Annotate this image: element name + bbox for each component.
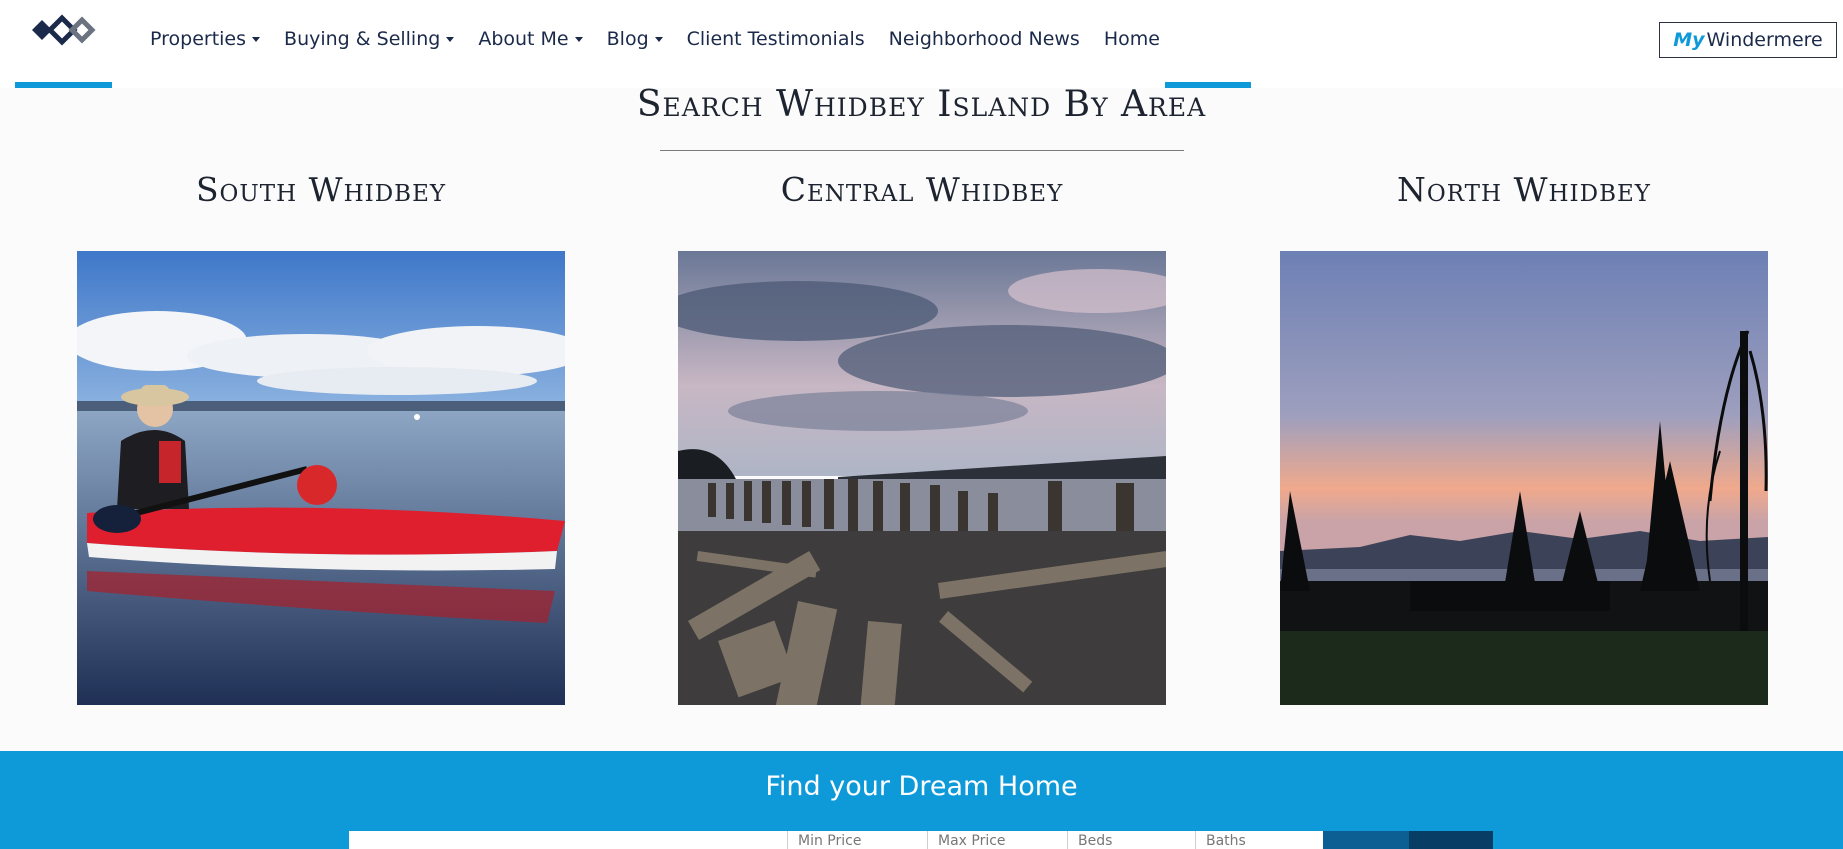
min-price-select[interactable]: Min Price <box>787 831 927 849</box>
section-title: Search Whidbey Island By Area <box>636 84 1207 125</box>
search-button[interactable] <box>1323 831 1409 849</box>
nav-label: Neighborhood News <box>888 28 1080 50</box>
area-title-south[interactable]: South Whidbey <box>77 170 565 209</box>
nav-label: Properties <box>150 28 247 50</box>
mywindermere-my: My <box>1673 29 1705 51</box>
area-photo-central[interactable] <box>678 251 1166 705</box>
nav-neighborhood-news[interactable]: Neighborhood News <box>889 28 1080 50</box>
area-photo-south[interactable] <box>77 251 565 705</box>
dream-home-search: Find your Dream Home Min Price Max Price… <box>0 751 1843 849</box>
site-header: Properties Buying & Selling About Me Blo… <box>0 0 1843 88</box>
beds-select[interactable]: Beds <box>1067 831 1195 849</box>
nav-properties[interactable]: Properties <box>150 28 261 50</box>
caret-down-icon <box>252 36 261 42</box>
baths-select[interactable]: Baths <box>1195 831 1323 849</box>
nav-label: Buying & Selling <box>284 28 441 50</box>
sunset-photo <box>1280 251 1768 705</box>
mywindermere-button[interactable]: My Windermere <box>1659 22 1837 58</box>
nav-home[interactable]: Home <box>1104 28 1160 50</box>
nav-label: Home <box>1103 28 1160 50</box>
area-title-north[interactable]: North Whidbey <box>1280 170 1768 209</box>
nav-client-testimonials[interactable]: Client Testimonials <box>687 28 865 50</box>
caret-down-icon <box>574 36 583 42</box>
advanced-search-button[interactable] <box>1409 831 1493 849</box>
driftwood-beach-photo <box>678 251 1166 705</box>
nav-label: About Me <box>478 28 569 50</box>
caret-down-icon <box>446 36 455 42</box>
windermere-logo-icon[interactable] <box>28 12 98 52</box>
area-title-central[interactable]: Central Whidbey <box>678 170 1166 209</box>
kayaker-photo <box>77 251 565 705</box>
nav-label: Blog <box>606 28 649 50</box>
mywindermere-rest: Windermere <box>1706 29 1823 51</box>
main-nav: Properties Buying & Selling About Me Blo… <box>150 24 1184 54</box>
location-search-input[interactable] <box>349 831 787 849</box>
nav-buying-selling[interactable]: Buying & Selling <box>284 28 455 50</box>
home-search-bar: Min Price Max Price Beds Baths <box>349 831 1493 849</box>
caret-down-icon <box>654 36 663 42</box>
dream-home-title: Find your Dream Home <box>765 771 1078 802</box>
area-photo-north[interactable] <box>1280 251 1768 705</box>
max-price-select[interactable]: Max Price <box>927 831 1067 849</box>
nav-blog[interactable]: Blog <box>607 28 663 50</box>
section-divider <box>660 150 1184 151</box>
nav-about-me[interactable]: About Me <box>478 28 583 50</box>
nav-label: Client Testimonials <box>686 28 865 50</box>
